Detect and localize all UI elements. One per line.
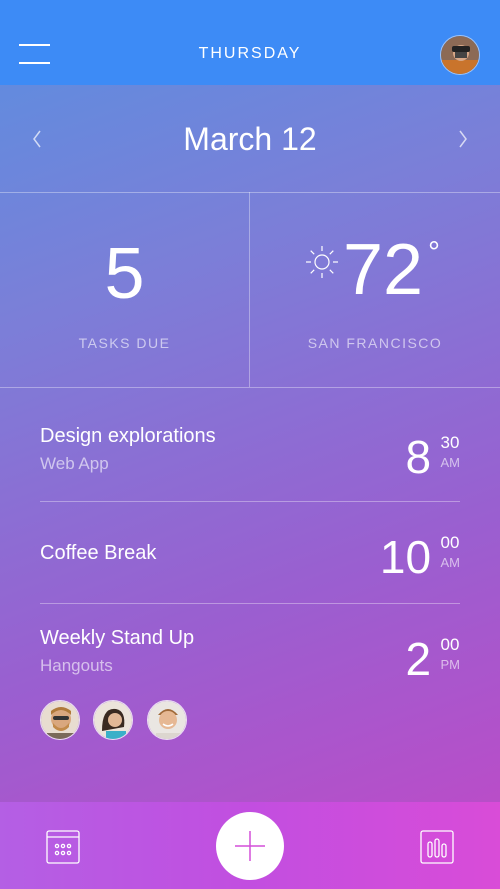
event-ampm: PM xyxy=(440,656,461,672)
date-navigator: March 12 xyxy=(0,85,500,192)
page-title: THURSDAY xyxy=(198,45,302,62)
event-item[interactable]: Weekly Stand Up Hangouts 2 00 PM xyxy=(40,627,460,687)
event-time: 2 00 PM xyxy=(405,633,461,685)
plus-icon xyxy=(235,831,265,861)
degree-symbol: ° xyxy=(428,236,440,269)
current-date: March 12 xyxy=(183,121,317,157)
temperature-value: 72 xyxy=(343,230,424,310)
top-bar: THURSDAY xyxy=(0,0,500,85)
event-subtitle: Web App xyxy=(40,454,109,473)
event-item[interactable]: Coffee Break 10 00 AM xyxy=(40,533,460,582)
attendee-avatar[interactable] xyxy=(40,700,80,740)
chevron-right-icon[interactable] xyxy=(450,125,474,153)
event-title: Design explorations xyxy=(40,425,216,447)
app-screen: THURSDAY March 12 5 TASKS DUE 72 ° SAN F… xyxy=(0,0,500,889)
tasks-due-label: TASKS DUE xyxy=(78,335,171,351)
event-minute: 00 xyxy=(440,533,460,552)
add-button[interactable] xyxy=(216,812,284,880)
event-time: 10 00 AM xyxy=(379,531,461,583)
event-ampm: AM xyxy=(440,454,461,470)
event-hour: 8 xyxy=(405,431,432,483)
divider xyxy=(249,192,250,387)
event-time: 8 30 AM xyxy=(405,431,461,483)
event-minute: 00 xyxy=(440,635,460,654)
attendee-avatar[interactable] xyxy=(147,700,187,740)
divider xyxy=(0,192,500,193)
user-avatar[interactable] xyxy=(440,35,480,75)
event-title: Weekly Stand Up xyxy=(40,627,195,649)
divider xyxy=(0,387,500,388)
calendar-icon[interactable] xyxy=(46,830,80,864)
divider xyxy=(40,603,460,604)
weather-location: SAN FRANCISCO xyxy=(307,335,443,351)
event-subtitle: Hangouts xyxy=(40,656,113,675)
event-ampm: AM xyxy=(440,554,461,570)
event-hour: 2 xyxy=(405,633,432,685)
event-minute: 30 xyxy=(440,433,460,452)
bar-chart-icon[interactable] xyxy=(420,830,454,864)
event-hour: 10 xyxy=(379,531,432,583)
divider xyxy=(40,501,460,502)
attendee-avatar[interactable] xyxy=(93,700,133,740)
sun-icon xyxy=(304,244,340,280)
event-item[interactable]: Design explorations Web App 8 30 AM xyxy=(40,425,460,485)
tasks-due-count: 5 xyxy=(104,234,145,314)
